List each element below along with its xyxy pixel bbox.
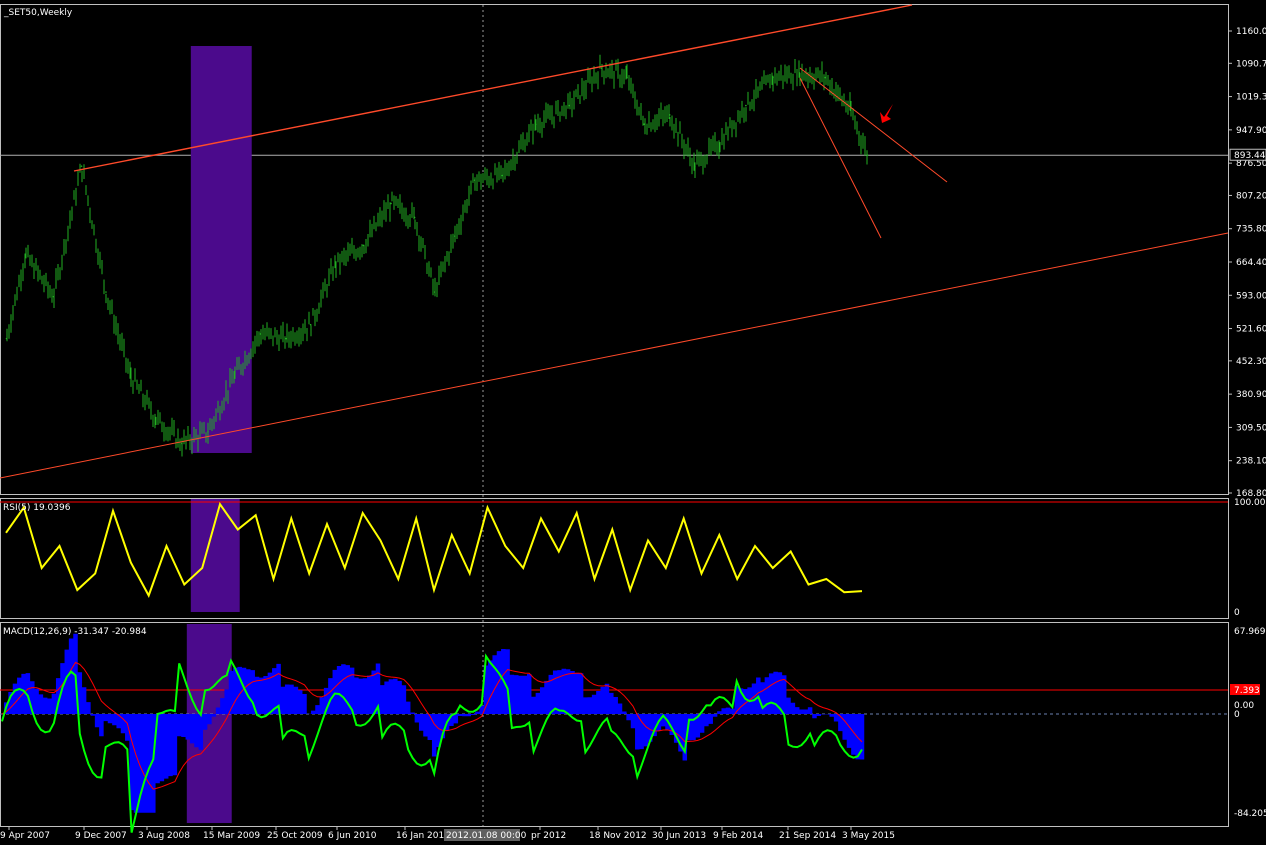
price-point: [362, 244, 365, 247]
price-point: [390, 202, 392, 205]
price-point: [473, 179, 476, 181]
price-point: [568, 104, 571, 107]
price-point: [285, 337, 287, 340]
time-tick-label: 15 Mar 2009: [203, 831, 260, 841]
macd-tick-label: 0: [1234, 710, 1240, 720]
price-tick-label: 309.50: [1236, 423, 1266, 433]
price-point: [798, 72, 801, 74]
time-tick-label: 25 Oct 2009: [267, 831, 323, 841]
price-point: [849, 109, 852, 112]
time-tick-label: 21 Sep 2014: [779, 831, 836, 841]
price-point: [535, 123, 537, 126]
price-point: [693, 165, 696, 167]
price-tick-label: 735.80: [1236, 225, 1266, 235]
price-point: [866, 154, 869, 157]
price-point: [181, 442, 183, 445]
rsi-tick-0: 0: [1234, 608, 1240, 618]
time-tick-label: 16 Jan 2011: [396, 831, 450, 841]
time-tick-label: 9 Dec 2007: [75, 831, 127, 841]
price-point: [433, 291, 436, 293]
price-tick-label: 380.90: [1236, 390, 1266, 400]
price-tick-label: 452.30: [1236, 357, 1266, 367]
price-tick-label: 521.60: [1236, 325, 1266, 335]
price-point: [259, 333, 262, 335]
price-point: [668, 114, 671, 116]
price-point: [824, 76, 827, 79]
price-bars: [6, 54, 868, 457]
chart-canvas: 1160.001090.701019.30947.90876.50807.207…: [0, 4, 1266, 841]
macd-level-tag-label: 7.393: [1234, 686, 1260, 696]
rsi-line: [5, 501, 863, 598]
price-tick-label: 807.20: [1236, 191, 1266, 201]
current-price-label: 893.44: [1234, 151, 1266, 161]
price-point: [454, 235, 456, 237]
highlight-band-price: [190, 46, 252, 453]
highlight-band-rsi: [190, 499, 240, 612]
macd-histogram: [0, 633, 865, 813]
time-tick-label: 18 Nov 2012: [589, 831, 647, 841]
price-point: [626, 76, 628, 79]
price-point: [233, 375, 236, 377]
macd-label: MACD(12,26,9) -31.347 -20.984: [3, 627, 147, 637]
rsi-label: RSI(5) 19.0396: [3, 503, 71, 513]
time-tick-label: 9 Apr 2007: [0, 831, 50, 841]
price-tick-label: 947.90: [1236, 126, 1266, 136]
time-tick-label: 3 May 2015: [842, 831, 895, 841]
down-arrow-icon: [880, 104, 893, 123]
falling-trend-line-2[interactable]: [799, 77, 882, 239]
price-point: [207, 431, 209, 433]
price-tick-label: 593.00: [1236, 291, 1266, 301]
chart-title: _SET50,Weekly: [3, 8, 73, 18]
price-tick-label: 1019.30: [1236, 93, 1266, 103]
price-tick-label: 664.40: [1236, 258, 1266, 268]
price-point: [772, 76, 774, 79]
price-tick-label: 1160.00: [1236, 27, 1266, 37]
price-point: [24, 253, 27, 256]
price-point: [719, 142, 721, 144]
time-tick-label: pr 2012: [531, 831, 566, 841]
price-point: [334, 263, 337, 265]
price-point: [501, 174, 504, 177]
time-tick-label: 30 Jun 2013: [652, 831, 706, 841]
time-tick-label: 3 Aug 2008: [138, 831, 190, 841]
time-tick-label: 6 Jun 2010: [328, 831, 377, 841]
rsi-tick-100: 100.00: [1234, 498, 1266, 508]
price-point: [52, 295, 55, 298]
price-point: [105, 291, 107, 293]
price-tick-label: 1090.70: [1236, 59, 1266, 69]
macd-tick-label: 67.969: [1234, 627, 1266, 637]
time-tick-label: 9 Feb 2014: [713, 831, 764, 841]
price-point: [600, 67, 603, 70]
rsi-pane: [0, 498, 1229, 619]
price-point: [643, 123, 645, 126]
price-point: [309, 323, 312, 326]
price-point: [129, 375, 132, 377]
price-point: [745, 104, 747, 107]
price-point: [413, 216, 416, 219]
price-point: [5, 337, 8, 340]
price-tick-label: 238.10: [1236, 457, 1266, 467]
price-point: [154, 417, 157, 419]
price-point: [80, 165, 83, 167]
crosshair-time-label: 2012.01.08 00:00: [446, 831, 527, 841]
lower-channel-line[interactable]: [0, 232, 1229, 479]
macd-tick-label: -84.205: [1234, 809, 1266, 819]
falling-trend-line-1[interactable]: [799, 67, 948, 183]
